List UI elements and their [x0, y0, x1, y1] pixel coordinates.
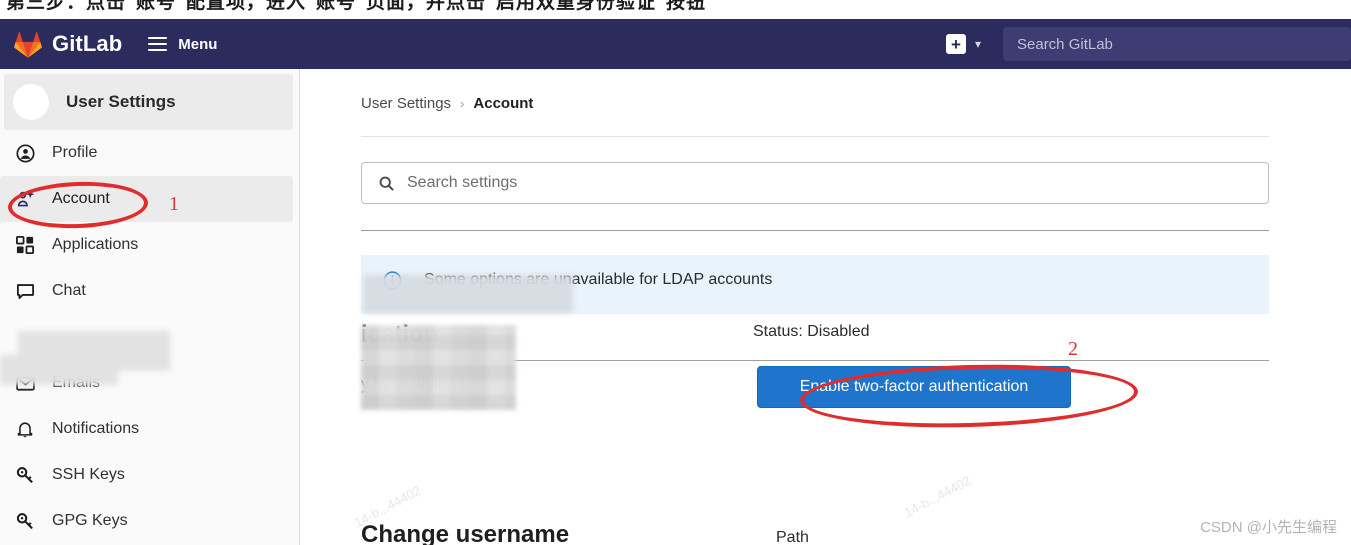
gitlab-brand-label: GitLab	[52, 31, 123, 56]
sidebar-item-applications[interactable]: Applications	[0, 222, 299, 268]
sidebar-item-gpg-keys[interactable]: GPG Keys	[0, 498, 299, 544]
search-settings-input[interactable]: Search settings	[361, 162, 1269, 204]
breadcrumb-current: Account	[473, 95, 534, 112]
two-factor-status: Status: Disabled	[753, 323, 870, 340]
navbar-right-group: + ▾	[945, 19, 1351, 69]
search-icon	[379, 176, 394, 191]
breadcrumb-parent[interactable]: User Settings	[361, 95, 451, 112]
chat-bubble-icon	[14, 282, 36, 301]
main-content: User Settings › Account Search settings …	[301, 69, 1351, 545]
diagonal-watermark-2: 14-b...44402	[901, 472, 974, 521]
sidebar-item-label: Notifications	[52, 420, 140, 437]
plus-icon[interactable]: +	[945, 34, 966, 54]
sidebar-item-label: SSH Keys	[52, 466, 125, 483]
cutoff-top-text: 第三步：点击"账号"配置项，进入"账号"页面，并点击"启用双重身份验证"按钮	[0, 0, 1351, 19]
sidebar-item-label: Chat	[52, 282, 86, 299]
sidebar-item-notifications[interactable]: Notifications	[0, 406, 299, 452]
main-menu-label: Menu	[178, 35, 218, 53]
csdn-watermark: CSDN @小先生编程	[1200, 519, 1337, 536]
top-navbar: GitLab Menu + ▾	[0, 19, 1351, 69]
sidebar-header-label: User Settings	[66, 92, 176, 111]
sidebar-item-label: Profile	[52, 144, 98, 161]
sidebar-item-chat[interactable]: Chat	[0, 268, 299, 314]
bell-icon	[14, 420, 36, 439]
search-settings-placeholder: Search settings	[407, 174, 518, 191]
key-icon	[14, 512, 36, 531]
hamburger-icon	[148, 37, 168, 51]
sidebar-item-label: Applications	[52, 236, 139, 253]
cutoff-top-text-label: 第三步：点击"账号"配置项，进入"账号"页面，并点击"启用双重身份验证"按钮	[6, 0, 707, 13]
user-settings-sidebar: User Settings Profile Account Applicatio…	[0, 69, 300, 545]
sidebar-item-label: GPG Keys	[52, 512, 128, 529]
breadcrumb-divider	[361, 136, 1269, 137]
app-root: 第三步：点击"账号"配置项，进入"账号"页面，并点击"启用双重身份验证"按钮 G…	[0, 0, 1351, 545]
search-gitlab-input[interactable]	[1003, 27, 1351, 61]
section-divider-1	[361, 230, 1269, 231]
annotation-marker-1: 1	[169, 193, 179, 215]
alert-redaction-overlay	[363, 275, 573, 313]
path-label: Path	[776, 529, 809, 545]
two-factor-redaction-overlay	[361, 325, 516, 410]
sidebar-redaction-overlay-2	[0, 355, 118, 385]
chevron-down-icon[interactable]: ▾	[975, 37, 981, 51]
key-icon	[14, 466, 36, 485]
sidebar-item-profile[interactable]: Profile	[0, 130, 299, 176]
breadcrumb: User Settings › Account	[361, 95, 533, 112]
sidebar-item-ssh-keys[interactable]: SSH Keys	[0, 452, 299, 498]
change-username-title: Change username	[361, 521, 570, 545]
annotation-marker-2: 2	[1068, 338, 1078, 360]
grid-apps-icon	[14, 236, 36, 254]
gitlab-fox-icon[interactable]	[13, 29, 43, 59]
user-avatar-icon	[13, 84, 49, 120]
main-menu-button[interactable]: Menu	[148, 36, 217, 53]
chevron-right-icon: ›	[460, 96, 465, 111]
sidebar-header-user-settings[interactable]: User Settings	[4, 74, 293, 130]
user-circle-icon	[14, 143, 36, 163]
